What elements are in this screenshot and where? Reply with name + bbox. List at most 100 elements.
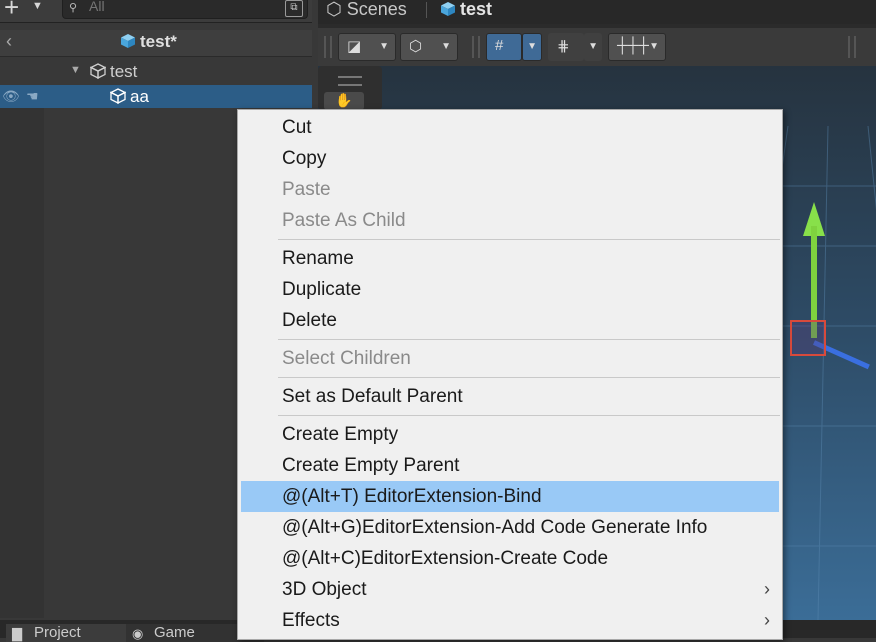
pickable-hand-icon[interactable]: ☚ bbox=[26, 88, 39, 105]
scene-header: ‹ test* bbox=[0, 30, 312, 57]
menu-item-label: @(Alt+C)EditorExtension-Create Code bbox=[282, 548, 609, 569]
hierarchy-item-text: test bbox=[110, 62, 138, 81]
chevron-down-icon: ▼ bbox=[379, 41, 389, 52]
scene-toolbar: ◪ ▼ ⬡ ▼ # ▼ ⋕ ▼ ┼┼┼ ▼ bbox=[318, 28, 876, 67]
menu-item-label: Rename bbox=[282, 248, 354, 269]
ruler-icon: ┼┼┼ bbox=[617, 37, 649, 54]
menu-item-create-empty-parent[interactable]: Create Empty Parent bbox=[238, 450, 782, 481]
menu-item-label: @(Alt+T) EditorExtension-Bind bbox=[282, 486, 542, 507]
menu-separator bbox=[278, 415, 780, 416]
chevron-down-icon: ▼ bbox=[527, 41, 537, 52]
tab-divider bbox=[426, 2, 427, 18]
menu-item-set-as-default-parent[interactable]: Set as Default Parent bbox=[238, 381, 782, 412]
menu-item-paste-as-child: Paste As Child bbox=[238, 205, 782, 236]
chevron-right-icon: › bbox=[764, 579, 770, 599]
gizmo-cube-icon[interactable] bbox=[790, 320, 826, 356]
menu-item-rename[interactable]: Rename bbox=[238, 243, 782, 274]
hierarchy-item-label: test bbox=[90, 62, 137, 82]
hierarchy-item-text: aa bbox=[130, 87, 149, 106]
hierarchy-toolbar: + ▼ ⚲ ⧉ bbox=[0, 0, 312, 23]
cube-icon bbox=[441, 2, 455, 16]
overlay-grip[interactable] bbox=[338, 76, 362, 86]
tab-scenes-label: Scenes bbox=[346, 0, 407, 19]
menu-item-cut[interactable]: Cut bbox=[238, 112, 782, 143]
scene-title: test* bbox=[120, 32, 177, 52]
grid-icon: # bbox=[495, 37, 504, 54]
menu-item-label: Set as Default Parent bbox=[282, 386, 463, 407]
tab-test-label: test bbox=[460, 0, 493, 19]
menu-item-label: Cut bbox=[282, 117, 312, 138]
tab-project[interactable]: ▇ Project bbox=[6, 624, 146, 642]
tab-project-label: Project bbox=[34, 624, 81, 641]
menu-separator bbox=[278, 239, 780, 240]
menu-item-copy[interactable]: Copy bbox=[238, 143, 782, 174]
chevron-right-icon: › bbox=[764, 610, 770, 630]
tools-overlay[interactable]: ✋ bbox=[318, 66, 382, 110]
menu-separator bbox=[278, 377, 780, 378]
hierarchy-gutter bbox=[0, 108, 44, 618]
gamepad-icon: ◉ bbox=[132, 626, 144, 641]
chevron-down-icon: ▼ bbox=[588, 41, 598, 52]
menu-item-label: Delete bbox=[282, 310, 337, 331]
scene-gizmo-button[interactable]: ⬡ ▼ bbox=[400, 33, 458, 61]
snap-dropdown-button[interactable]: ▼ bbox=[584, 33, 602, 61]
menu-item-label: Create Empty Parent bbox=[282, 455, 460, 476]
chevron-down-icon: ▼ bbox=[649, 41, 659, 52]
search-box[interactable]: ⚲ ⧉ bbox=[62, 0, 308, 19]
menu-item-label: Paste bbox=[282, 179, 331, 200]
context-menu: Cut Copy Paste Paste As Child Rename Duplicat… bbox=[237, 109, 783, 640]
menu-item-create-empty[interactable]: Create Empty bbox=[238, 419, 782, 450]
gameobject-icon bbox=[110, 88, 126, 104]
menu-item-label: Effects bbox=[282, 610, 340, 631]
gameobject-icon bbox=[90, 63, 106, 79]
tab-test[interactable]: test bbox=[440, 0, 492, 20]
menu-item-delete[interactable]: Delete bbox=[238, 305, 782, 336]
draw-mode-icon: ◪ bbox=[347, 38, 362, 55]
chevron-down-icon[interactable]: ▼ bbox=[32, 0, 43, 12]
hierarchy-item-test[interactable]: ▼ test bbox=[0, 60, 312, 84]
tab-scenes[interactable]: ⬡ Scenes bbox=[326, 0, 407, 20]
menu-item-label: Select Children bbox=[282, 348, 411, 369]
menu-item-alt-c-editorextension-create-code[interactable]: @(Alt+C)EditorExtension-Create Code bbox=[238, 543, 782, 574]
scene-title-text: test* bbox=[140, 32, 177, 51]
toolbar-grip[interactable] bbox=[848, 36, 856, 58]
menu-item-select-children: Select Children bbox=[238, 343, 782, 374]
snap-icon: ⋕ bbox=[557, 38, 570, 55]
filter-icon[interactable]: ⧉ bbox=[285, 0, 303, 17]
menu-item-duplicate[interactable]: Duplicate bbox=[238, 274, 782, 305]
menu-item-paste: Paste bbox=[238, 174, 782, 205]
toolbar-grip[interactable] bbox=[324, 36, 332, 58]
hand-tool-icon[interactable]: ✋ bbox=[324, 92, 364, 110]
search-icon: ⚲ bbox=[69, 2, 78, 14]
hierarchy-item-aa[interactable]: 👁 ☚ aa bbox=[0, 85, 312, 108]
grid-dropdown-button[interactable]: ▼ bbox=[522, 33, 542, 61]
cube-outline-icon: ⬡ bbox=[409, 38, 423, 55]
menu-item-label: Duplicate bbox=[282, 279, 362, 300]
cube-icon bbox=[121, 34, 135, 48]
toolbar-grip[interactable] bbox=[472, 36, 480, 58]
expand-arrow-icon[interactable]: ▼ bbox=[70, 64, 81, 76]
add-icon[interactable]: + bbox=[4, 0, 19, 20]
context-menu-list: Cut Copy Paste Paste As Child Rename Duplicat… bbox=[238, 110, 782, 636]
menu-item-3d-object[interactable]: 3D Object › bbox=[238, 574, 782, 605]
draw-mode-button[interactable]: ◪ ▼ bbox=[338, 33, 396, 61]
chevron-down-icon: ▼ bbox=[441, 41, 451, 52]
menu-item-label: Create Empty bbox=[282, 424, 399, 445]
hierarchy-item-label: aa bbox=[110, 87, 149, 107]
scene-tab-bar: ⬡ Scenes test bbox=[318, 0, 876, 24]
menu-item-label: 3D Object bbox=[282, 579, 367, 600]
grid-toggle-button[interactable]: # bbox=[486, 33, 522, 61]
menu-item-label: Copy bbox=[282, 148, 327, 169]
menu-separator bbox=[278, 339, 780, 340]
visibility-eye-icon[interactable]: 👁 bbox=[2, 88, 20, 105]
search-input[interactable] bbox=[89, 0, 269, 15]
grid-snap-button[interactable]: ⋕ bbox=[548, 33, 584, 61]
menu-item-alt-g-editorextension-add-code-generate-info[interactable]: @(Alt+G)EditorExtension-Add Code Generat… bbox=[238, 512, 782, 543]
increment-snap-button[interactable]: ┼┼┼ ▼ bbox=[608, 33, 666, 61]
back-icon[interactable]: ‹ bbox=[6, 31, 12, 52]
menu-item-alt-t-editorextension-bind[interactable]: @(Alt+T) EditorExtension-Bind bbox=[241, 481, 779, 512]
tab-game-label: Game bbox=[154, 624, 195, 641]
folder-icon: ▇ bbox=[12, 626, 22, 641]
menu-item-effects[interactable]: Effects › bbox=[238, 605, 782, 636]
menu-item-label: Paste As Child bbox=[282, 210, 406, 231]
